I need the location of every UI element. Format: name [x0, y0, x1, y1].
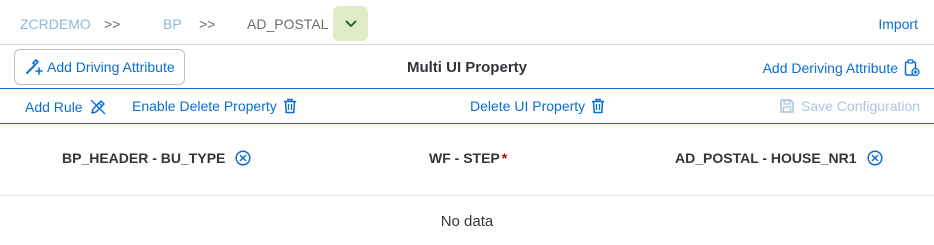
breadcrumb-item-zcrdemo[interactable]: ZCRDEMO	[20, 16, 91, 32]
clipboard-add-icon	[904, 59, 920, 77]
column-header-bp-header-bu-type: BP_HEADER - BU_TYPE	[62, 150, 251, 166]
trash-icon	[283, 98, 296, 114]
add-tool-icon	[26, 59, 43, 75]
add-deriving-attribute-button[interactable]: Add Deriving Attribute	[763, 59, 920, 77]
close-circle-icon	[235, 150, 251, 166]
clear-column-button[interactable]	[866, 150, 883, 166]
save-configuration-button[interactable]: Save Configuration	[779, 98, 920, 114]
breadcrumb-bar: ZCRDEMO >> BP >> AD_POSTAL Import	[0, 0, 934, 45]
trash-icon	[592, 98, 605, 114]
required-marker: *	[501, 150, 508, 166]
add-rule-button[interactable]: Add Rule	[25, 98, 107, 116]
enable-delete-property-button[interactable]: Enable Delete Property	[132, 98, 297, 114]
column-header-label: WF - STEP	[429, 150, 500, 166]
delete-ui-property-label: Delete UI Property	[470, 98, 586, 114]
clear-column-button[interactable]	[235, 150, 251, 166]
delete-ui-property-button[interactable]: Delete UI Property	[470, 98, 605, 114]
empty-table-message: No data	[440, 213, 494, 230]
chevron-down-icon	[345, 20, 356, 27]
enable-delete-property-label: Enable Delete Property	[132, 98, 277, 114]
table-header-row: BP_HEADER - BU_TYPE WF - STEP * AD_POSTA…	[0, 124, 934, 196]
add-driving-attribute-button[interactable]: Add Driving Attribute	[14, 49, 185, 85]
add-driving-attribute-label: Add Driving Attribute	[47, 59, 175, 75]
close-circle-icon	[866, 150, 883, 166]
breadcrumb-item-ad-postal: AD_POSTAL	[247, 16, 329, 32]
column-header-label: AD_POSTAL - HOUSE_NR1	[675, 150, 857, 166]
column-header-wf-step: WF - STEP *	[429, 150, 507, 166]
column-header-label: BP_HEADER - BU_TYPE	[62, 150, 226, 166]
add-deriving-attribute-label: Add Deriving Attribute	[762, 60, 898, 76]
breadcrumb-dropdown-button[interactable]	[333, 6, 368, 41]
edit-pencil-icon	[90, 99, 106, 115]
breadcrumb-item-bp[interactable]: BP	[163, 16, 182, 32]
column-header-ad-postal-house-nr1: AD_POSTAL - HOUSE_NR1	[675, 150, 883, 166]
add-rule-label: Add Rule	[25, 99, 83, 115]
breadcrumb-separator: >>	[104, 16, 121, 32]
breadcrumb-separator: >>	[199, 16, 216, 32]
property-toolbar: Add Driving Attribute Multi UI Property …	[0, 45, 934, 89]
import-button[interactable]: Import	[878, 16, 918, 32]
save-configuration-label: Save Configuration	[801, 98, 921, 114]
action-bar: Add Rule Enable Delete Property Delete U…	[0, 89, 934, 124]
save-disk-icon	[780, 99, 794, 113]
